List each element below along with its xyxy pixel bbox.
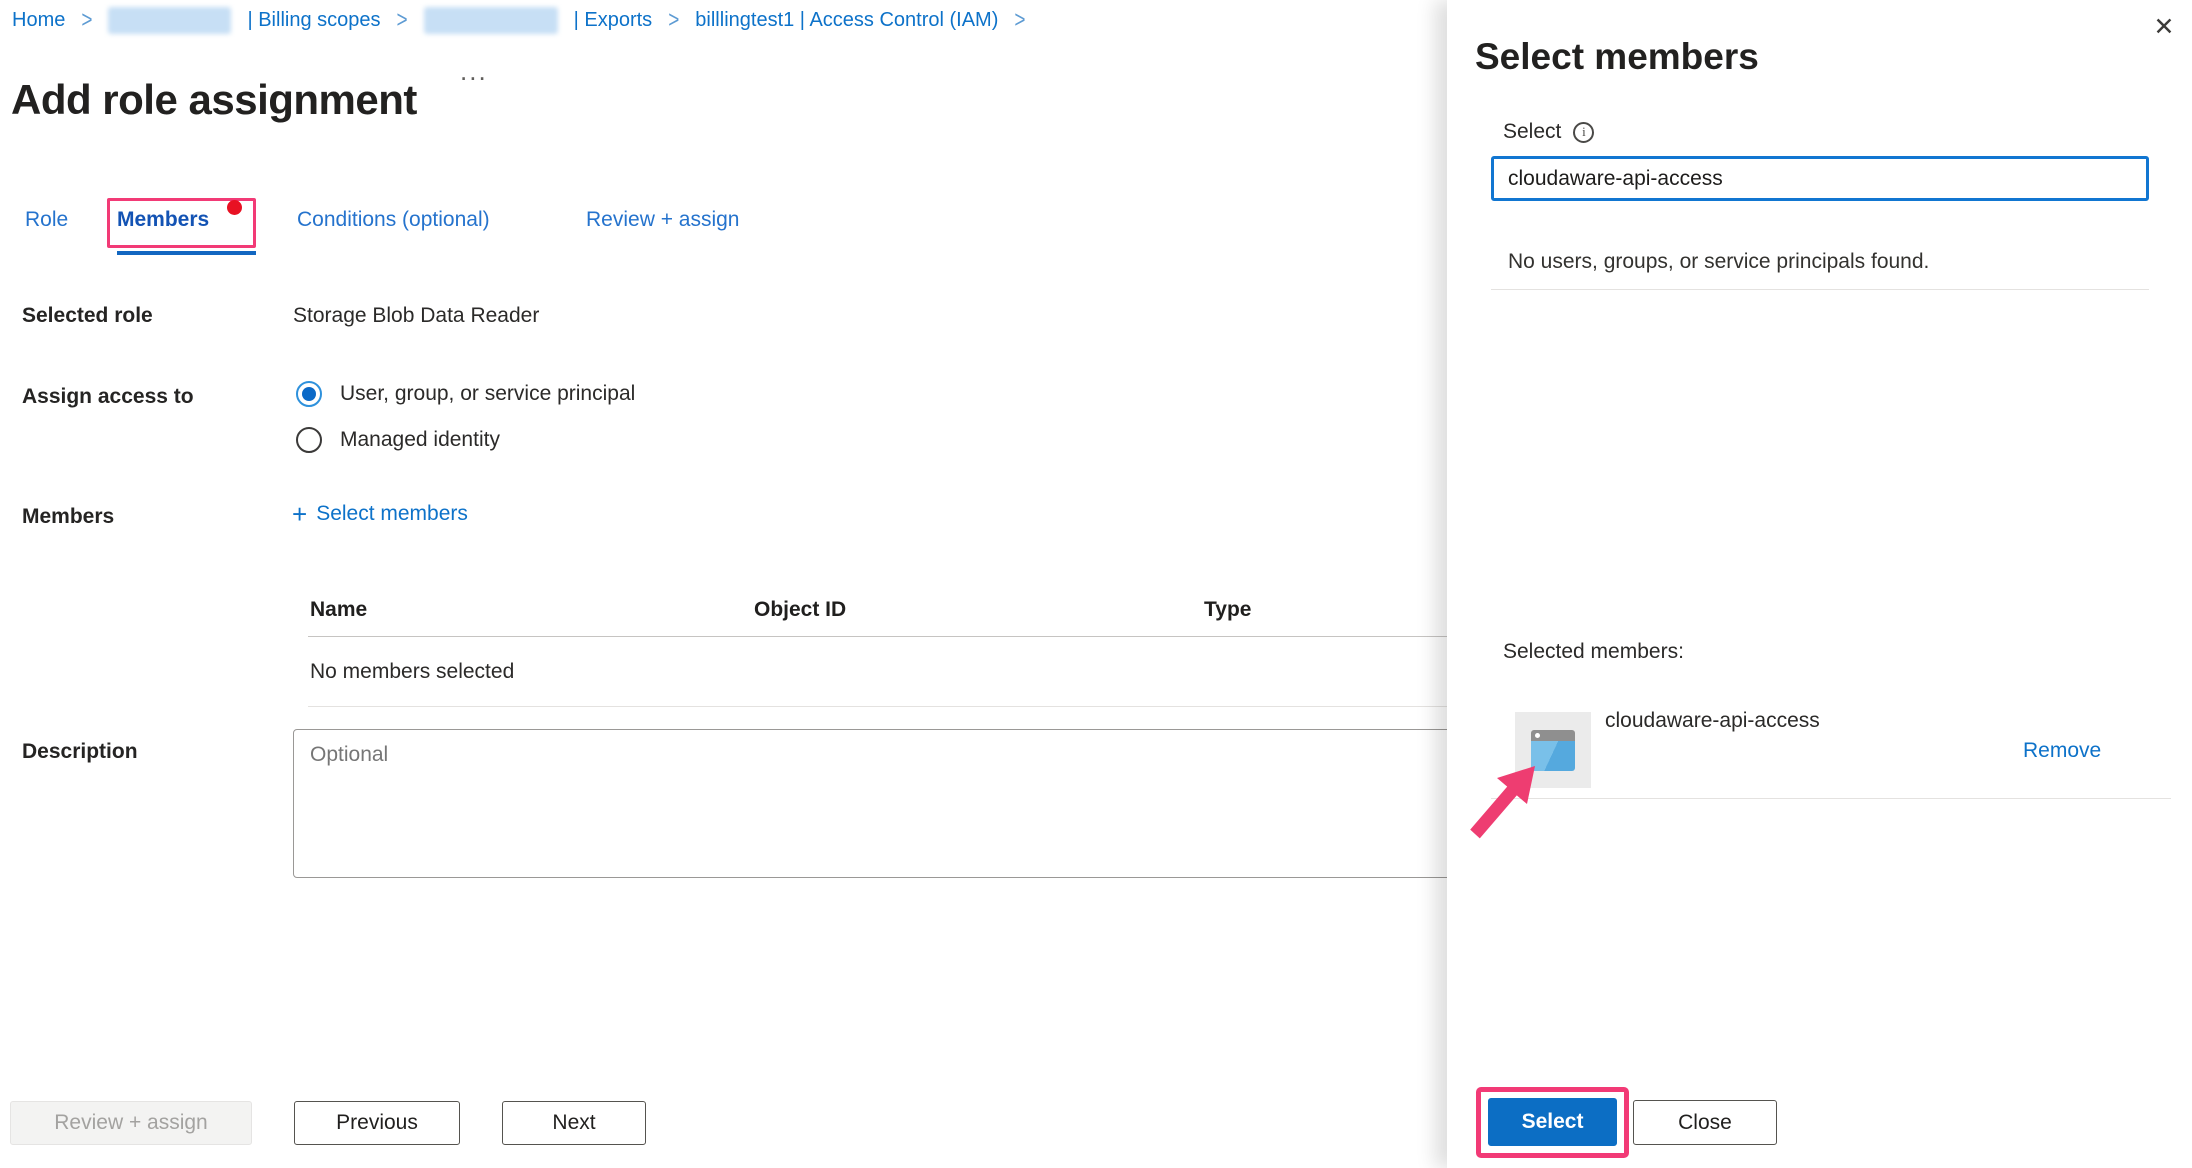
breadcrumb-chevron-icon: >: [1014, 6, 1026, 33]
breadcrumb-chevron-icon: >: [81, 6, 93, 33]
members-table-empty-row: No members selected: [308, 637, 1468, 707]
breadcrumb-billing-scopes[interactable]: | Billing scopes: [247, 9, 380, 32]
select-field-label-row: Select i: [1503, 120, 1595, 144]
add-role-assignment-page: Home > | Billing scopes > | Exports > bi…: [0, 0, 2192, 1168]
column-header-object-id: Object ID: [754, 598, 847, 621]
selected-role-value: Storage Blob Data Reader: [293, 304, 540, 327]
select-members-link[interactable]: + Select members: [292, 498, 468, 529]
tab-conditions[interactable]: Conditions (optional): [297, 208, 490, 232]
breadcrumb-iam[interactable]: billlingtest1 | Access Control (IAM): [695, 9, 998, 32]
previous-button[interactable]: Previous: [294, 1101, 460, 1145]
next-button[interactable]: Next: [502, 1101, 646, 1145]
radio-user-label: User, group, or service principal: [340, 382, 636, 405]
page-title: Add role assignment: [11, 76, 417, 124]
assign-access-label: Assign access to: [22, 385, 194, 408]
tab-role[interactable]: Role: [25, 208, 68, 232]
plus-icon: +: [292, 498, 308, 529]
member-search-input[interactable]: [1491, 156, 2149, 201]
selected-member-name: cloudaware-api-access: [1605, 709, 1820, 732]
active-tab-underline: [117, 251, 256, 255]
review-assign-button[interactable]: Review + assign: [10, 1101, 252, 1145]
divider: [1491, 289, 2149, 290]
radio-managed-label: Managed identity: [340, 428, 500, 451]
breadcrumb-home[interactable]: Home: [12, 9, 65, 32]
column-header-name: Name: [310, 598, 368, 621]
selected-role-label: Selected role: [22, 304, 153, 327]
tab-members[interactable]: Members: [117, 208, 209, 232]
breadcrumb-chevron-icon: >: [668, 6, 680, 33]
radio-managed-identity[interactable]: Managed identity: [296, 427, 500, 453]
info-icon[interactable]: i: [1573, 121, 1595, 143]
redacted-export-name: [423, 7, 558, 34]
divider: [1491, 798, 2171, 799]
members-table: Name Object ID Type No members selected: [308, 585, 1468, 707]
members-label: Members: [22, 505, 115, 528]
radio-user-group-service-principal[interactable]: User, group, or service principal: [296, 381, 635, 407]
more-options-icon[interactable]: ...: [460, 56, 488, 87]
select-button[interactable]: Select: [1488, 1098, 1617, 1146]
close-icon[interactable]: ✕: [2145, 8, 2183, 46]
radio-unselected-icon: [296, 427, 322, 453]
breadcrumb-exports[interactable]: | Exports: [574, 9, 653, 32]
close-button[interactable]: Close: [1633, 1100, 1777, 1145]
app-window-icon: [1515, 712, 1591, 788]
members-table-header: Name Object ID Type: [308, 585, 1468, 637]
description-textarea[interactable]: [293, 729, 1453, 878]
description-label: Description: [22, 740, 138, 763]
breadcrumb-chevron-icon: >: [396, 6, 408, 33]
no-results-message: No users, groups, or service principals …: [1508, 250, 1930, 273]
selected-members-label: Selected members:: [1503, 640, 1684, 663]
breadcrumb: Home > | Billing scopes > | Exports > bi…: [12, 7, 1025, 34]
tab-review-assign[interactable]: Review + assign: [586, 208, 740, 232]
notification-dot: [227, 200, 242, 215]
select-field-label: Select: [1503, 120, 1562, 143]
remove-member-link[interactable]: Remove: [2023, 739, 2101, 763]
panel-title: Select members: [1475, 35, 1759, 77]
radio-selected-icon: [296, 381, 322, 407]
redacted-scope-name: [108, 7, 232, 34]
select-members-panel: Select members ✕ Select i No users, grou…: [1447, 0, 2192, 1168]
column-header-type: Type: [1204, 598, 1252, 621]
select-members-link-label: Select members: [316, 502, 468, 525]
